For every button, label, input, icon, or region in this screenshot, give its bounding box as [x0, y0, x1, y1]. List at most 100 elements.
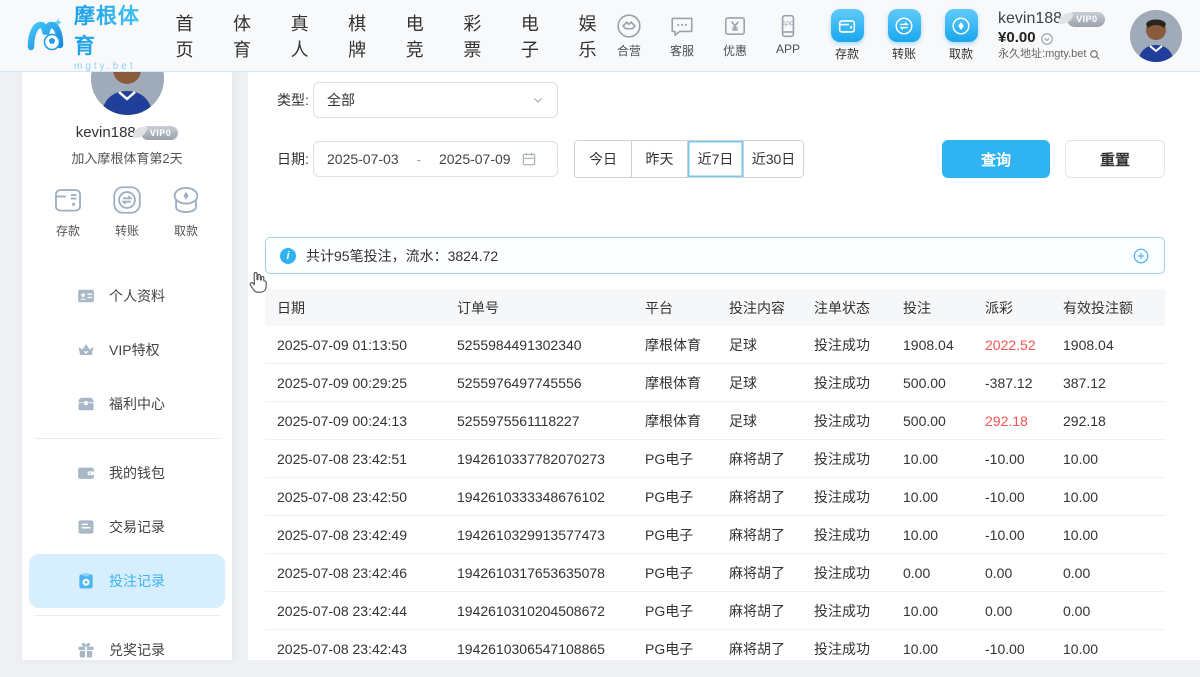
- cell-platform: PG电子: [633, 630, 717, 667]
- cell-order: 1942610317653635078: [445, 554, 633, 591]
- cell-status: 投注成功: [802, 402, 891, 439]
- date-range-input[interactable]: 2025-07-03 - 2025-07-09: [313, 141, 558, 177]
- nav-item-live[interactable]: 真人: [291, 10, 322, 62]
- cell-bet: 10.00: [891, 516, 973, 553]
- table-row: 2025-07-08 23:42:43 1942610306547108865 …: [265, 630, 1165, 668]
- sidebar: kevin188 VIP0 加入摩根体育第2天 存款: [22, 72, 232, 660]
- wallet-solid-icon: [76, 463, 96, 483]
- cell-status: 投注成功: [802, 592, 891, 629]
- sidebar-item-label: 福利中心: [109, 394, 165, 414]
- type-filter-label: 类型:: [277, 90, 313, 110]
- nav-tools: 合营 客服 优惠: [609, 13, 808, 59]
- col-header-content: 投注内容: [717, 289, 802, 326]
- expand-circle-plus-icon[interactable]: [1132, 247, 1150, 265]
- cell-valid: 0.00: [1051, 554, 1165, 591]
- partner-button[interactable]: 合营: [609, 13, 649, 59]
- deposit-button[interactable]: 存款: [826, 9, 868, 62]
- date-quick-range-group: 今日 昨天 近7日 近30日: [574, 140, 804, 178]
- cell-content: 麻将胡了: [717, 440, 802, 477]
- cell-valid: 1908.04: [1051, 326, 1165, 363]
- cell-order: 1942610337782070273: [445, 440, 633, 477]
- sidebar-item-profile[interactable]: 个人资料: [29, 269, 225, 323]
- sidebar-item-bet-records[interactable]: 投注记录: [29, 554, 225, 608]
- user-avatar[interactable]: [1130, 10, 1182, 62]
- date-from-value: 2025-07-03: [327, 151, 399, 167]
- brand-name: 摩根体育: [74, 0, 149, 60]
- sidebar-transfer-button[interactable]: 转账: [105, 182, 149, 239]
- cell-payout: -10.00: [973, 440, 1051, 477]
- range-yesterday-button[interactable]: 昨天: [631, 141, 687, 177]
- cell-content: 麻将胡了: [717, 630, 802, 667]
- nav-item-esports[interactable]: 电竞: [406, 10, 437, 62]
- wallet-outline-icon: [50, 182, 86, 218]
- cell-content: 足球: [717, 326, 802, 363]
- col-header-valid: 有效投注额: [1051, 289, 1165, 326]
- col-header-order: 订单号: [445, 289, 633, 326]
- app-download-button[interactable]: APP APP: [768, 13, 808, 59]
- type-select[interactable]: 全部: [313, 82, 558, 118]
- sidebar-item-wallet[interactable]: 我的钱包: [29, 446, 225, 500]
- customer-service-label: 客服: [670, 42, 694, 59]
- transfer-outline-icon: [109, 182, 145, 218]
- cell-date: 2025-07-09 00:29:25: [265, 364, 445, 401]
- promotions-button[interactable]: 优惠: [715, 13, 755, 59]
- search-button[interactable]: 查询: [942, 140, 1050, 178]
- cell-order: 1942610329913577473: [445, 516, 633, 553]
- partner-label: 合营: [617, 42, 641, 59]
- summary-text: 共计95笔投注，流水：3824.72: [306, 246, 498, 266]
- sidebar-quick-actions: 存款 转账: [22, 182, 232, 239]
- cell-platform: 摩根体育: [633, 364, 717, 401]
- cell-content: 麻将胡了: [717, 592, 802, 629]
- withdraw-diamond-icon: [945, 9, 978, 42]
- table-row: 2025-07-09 00:24:13 5255975561118227 摩根体…: [265, 402, 1165, 440]
- table-row: 2025-07-08 23:42:50 1942610333348676102 …: [265, 478, 1165, 516]
- cell-status: 投注成功: [802, 440, 891, 477]
- customer-service-button[interactable]: 客服: [662, 13, 702, 59]
- cell-platform: PG电子: [633, 516, 717, 553]
- cell-status: 投注成功: [802, 516, 891, 553]
- cell-valid: 387.12: [1051, 364, 1165, 401]
- crown-icon: [76, 340, 96, 360]
- sidebar-item-welfare[interactable]: 福利中心: [29, 377, 225, 431]
- top-navbar: 摩根体育 mgty.bet 首页 体育 真人 棋牌 电竞 彩票 电子 娱乐 合营: [0, 0, 1200, 72]
- nav-actions: 存款 转账 取款: [826, 9, 982, 62]
- range-last7days-button[interactable]: 近7日: [687, 141, 743, 177]
- bet-records-table: 日期 订单号 平台 投注内容 注单状态 投注 派彩 有效投注额 2025-07-…: [265, 289, 1165, 668]
- nav-item-entertainment[interactable]: 娱乐: [578, 10, 609, 62]
- cell-platform: 摩根体育: [633, 326, 717, 363]
- cell-valid: 10.00: [1051, 478, 1165, 515]
- page-body: kevin188 VIP0 加入摩根体育第2天 存款: [0, 72, 1200, 660]
- range-last30days-button[interactable]: 近30日: [743, 141, 803, 177]
- cell-platform: PG电子: [633, 554, 717, 591]
- date-separator: -: [417, 152, 421, 167]
- balance-amount: ¥0.00: [998, 29, 1036, 48]
- cell-bet: 10.00: [891, 630, 973, 667]
- cell-valid: 10.00: [1051, 440, 1165, 477]
- sidebar-withdraw-button[interactable]: 取款: [164, 182, 208, 239]
- sidebar-deposit-button[interactable]: 存款: [46, 182, 90, 239]
- nav-item-lottery[interactable]: 彩票: [463, 10, 494, 62]
- sidebar-item-prize-records[interactable]: 兑奖记录: [29, 623, 225, 677]
- brand-logo[interactable]: 摩根体育 mgty.bet: [24, 0, 149, 72]
- magnifier-icon[interactable]: [1089, 49, 1101, 61]
- sidebar-item-vip[interactable]: VIP特权: [29, 323, 225, 377]
- transfer-button[interactable]: 转账: [883, 9, 925, 62]
- withdraw-button[interactable]: 取款: [940, 9, 982, 62]
- reset-button[interactable]: 重置: [1065, 140, 1165, 178]
- cell-payout: -10.00: [973, 516, 1051, 553]
- nav-item-home[interactable]: 首页: [175, 10, 206, 62]
- cell-date: 2025-07-08 23:42:46: [265, 554, 445, 591]
- table-row: 2025-07-09 00:29:25 5255976497745556 摩根体…: [265, 364, 1165, 402]
- range-today-button[interactable]: 今日: [575, 141, 631, 177]
- treasure-box-icon: [76, 394, 96, 414]
- refresh-balance-icon[interactable]: [1040, 32, 1054, 46]
- cell-order: 5255976497745556: [445, 364, 633, 401]
- cell-order: 5255984491302340: [445, 326, 633, 363]
- col-header-platform: 平台: [633, 289, 717, 326]
- cell-date: 2025-07-09 00:24:13: [265, 402, 445, 439]
- nav-item-sports[interactable]: 体育: [233, 10, 264, 62]
- nav-item-board-games[interactable]: 棋牌: [348, 10, 379, 62]
- sidebar-item-transactions[interactable]: 交易记录: [29, 500, 225, 554]
- nav-item-slots[interactable]: 电子: [521, 10, 552, 62]
- deposit-label: 存款: [835, 45, 859, 62]
